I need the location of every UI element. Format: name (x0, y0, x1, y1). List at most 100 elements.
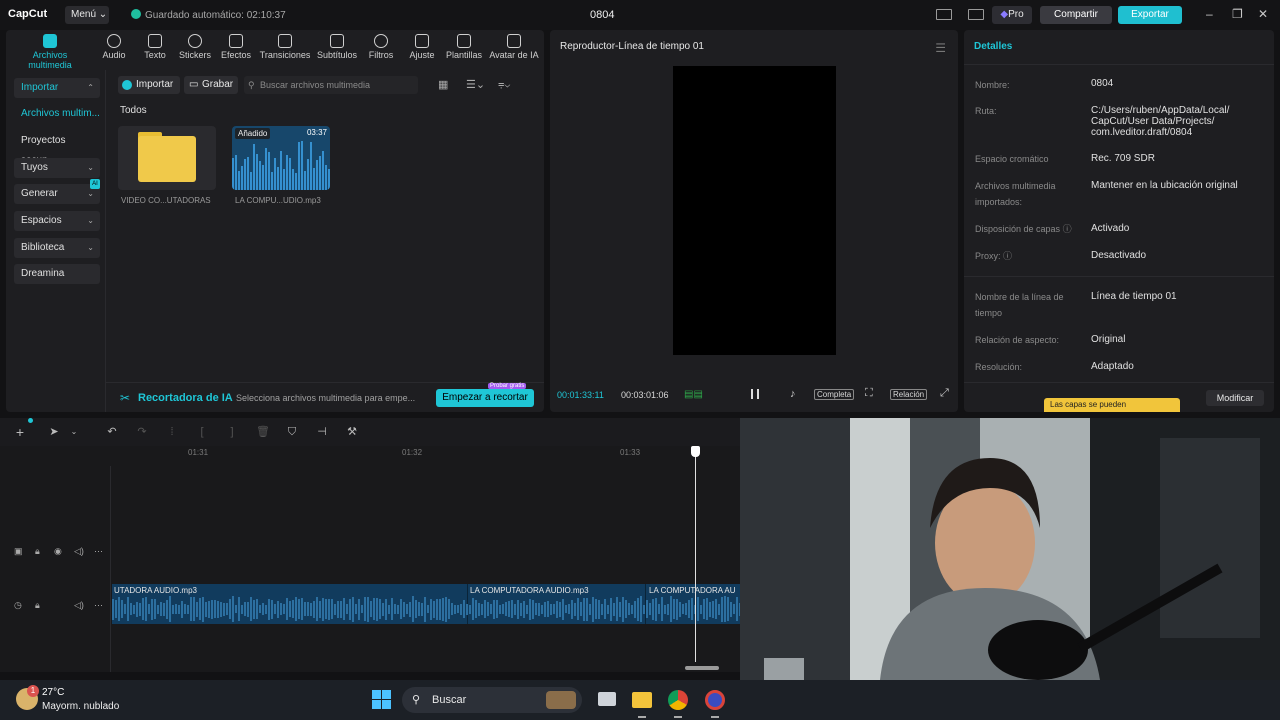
player-title: Reproductor-Línea de tiempo 01 (560, 41, 704, 52)
undo-icon[interactable]: ↶ (106, 426, 118, 438)
taskbar-search[interactable]: ⚲ Buscar (402, 687, 582, 713)
menu-button[interactable]: Menú ⌄ (65, 6, 109, 24)
nav-generate[interactable]: Generar ⌄ AI (14, 179, 100, 204)
app-icon[interactable] (705, 690, 725, 710)
tab-media[interactable]: Archivos multimedia (10, 34, 90, 70)
pro-button[interactable]: ◆Pro (992, 6, 1032, 24)
tab-text[interactable]: Texto (140, 34, 170, 60)
media-item-folder[interactable] (118, 126, 216, 190)
redo-icon[interactable]: ↷ (136, 426, 148, 438)
waveform-bar (271, 172, 273, 190)
magic-wand-icon[interactable]: ⚒ (346, 426, 358, 438)
menu-icon[interactable]: ☰ (935, 41, 946, 55)
waveform-bar (412, 596, 414, 622)
detail-value: C:/Users/ruben/AppData/Local/ CapCut/Use… (1091, 105, 1230, 138)
start-cutting-button[interactable]: Empezar a recortar (436, 389, 534, 407)
trim-left-icon[interactable]: [ (196, 426, 208, 438)
restore-icon[interactable]: ❐ (1232, 7, 1243, 21)
tab-subtitles[interactable]: Subtítulos (316, 34, 358, 60)
freeze-icon[interactable]: ⊣ (316, 426, 328, 438)
select-cursor-icon[interactable]: ➤ (48, 426, 60, 438)
delete-icon[interactable]: 🗑 (256, 426, 270, 438)
marker-icon[interactable]: ⛉ (286, 426, 298, 438)
chevron-down-icon: ⌄ (87, 163, 94, 172)
waveform-bar (280, 151, 282, 190)
weather-condition[interactable]: Mayorm. nublado (42, 701, 119, 712)
full-quality-label: Completa (817, 390, 852, 399)
waveform-bar (523, 600, 525, 618)
share-button[interactable]: Compartir (1040, 6, 1112, 24)
grid-view-icon[interactable]: ▦ (438, 78, 448, 91)
modify-button[interactable]: Modificar (1206, 390, 1264, 406)
playhead-handle[interactable] (691, 446, 700, 457)
shortcut-icon[interactable] (968, 9, 984, 20)
weather-temp[interactable]: 27°C (42, 687, 64, 698)
layout-icon[interactable] (936, 9, 952, 20)
waveform-bar (274, 604, 276, 614)
playhead[interactable] (691, 446, 700, 662)
nav-dreamina[interactable]: Dreamina (14, 264, 100, 284)
waveform-bar (130, 603, 132, 615)
waveform-bar (385, 598, 387, 620)
nav-spaces[interactable]: Espacios ⌄ (14, 211, 100, 231)
horizontal-scrollbar[interactable] (685, 666, 719, 670)
pause-icon[interactable] (751, 389, 759, 399)
waveform-bar (601, 603, 603, 615)
eye-icon[interactable]: ◉ (54, 546, 62, 557)
waveform-bar (373, 598, 375, 620)
export-button[interactable]: Exportar (1118, 6, 1182, 24)
waveform-bar (625, 600, 627, 618)
nav-secondary-projects[interactable]: Proyectos secun... (14, 131, 100, 166)
nav-yours[interactable]: Tuyos ⌄ (14, 158, 100, 178)
more-icon[interactable]: ⋯ (94, 600, 103, 611)
minimize-icon[interactable]: – (1206, 7, 1213, 21)
chevron-down-icon[interactable]: ⌄ (68, 426, 80, 438)
tab-audio[interactable]: Audio (98, 34, 130, 60)
lock-icon[interactable]: 🔒︎ (35, 600, 40, 611)
volume-icon[interactable]: ◁) (74, 546, 84, 557)
sort-icon[interactable]: ☰⌄ (466, 78, 485, 91)
search-input[interactable]: ⚲ Buscar archivos multimedia (244, 76, 418, 94)
tab-ai-avatar[interactable]: Avatar de IA (488, 34, 540, 60)
add-track-icon[interactable]: + (14, 425, 26, 439)
record-button[interactable]: ▭ Grabar (184, 76, 238, 94)
filter-icon[interactable]: ⩦⌄ (498, 78, 510, 91)
media-icon (43, 34, 57, 48)
total-time: 00:03:01:06 (621, 390, 669, 400)
tab-stickers[interactable]: Stickers (177, 34, 213, 60)
task-view-icon[interactable] (598, 692, 616, 706)
volume-icon[interactable]: ◁) (74, 600, 84, 611)
trim-right-icon[interactable]: ] (226, 426, 238, 438)
tab-templates[interactable]: Plantillas (444, 34, 484, 60)
tab-effects[interactable]: Efectos (219, 34, 253, 60)
running-indicator (638, 716, 646, 718)
lock-icon[interactable]: 🔒︎ (35, 546, 40, 557)
waveform-bar (127, 597, 129, 621)
fit-icon[interactable]: ⛶ (865, 387, 873, 400)
file-explorer-icon[interactable] (632, 692, 652, 708)
nav-import[interactable]: Importar ⌃ (14, 78, 100, 98)
close-icon[interactable]: ✕ (1258, 7, 1268, 21)
split-icon[interactable]: ⁞ (166, 426, 178, 438)
tiktok-icon[interactable]: ♪ (790, 388, 796, 400)
windows-start-icon[interactable] (372, 690, 392, 710)
left-nav: Importar ⌃ Archivos multim... Proyectos s… (6, 70, 106, 412)
fullscreen-icon[interactable]: ⤢ (940, 387, 949, 400)
tab-transitions[interactable]: Transiciones (259, 34, 311, 60)
waveform-bar (292, 169, 294, 190)
audio-clip[interactable]: UTADORA AUDIO.mp3 LA COMPUTADORA AUDIO.m… (112, 584, 740, 624)
tab-filters[interactable]: Filtros (366, 34, 396, 60)
timeline-ruler[interactable]: 01:31 01:32 01:33 (110, 446, 740, 462)
nav-media-files[interactable]: Archivos multim... (14, 104, 100, 124)
chrome-icon[interactable] (668, 690, 688, 710)
nav-library[interactable]: Biblioteca ⌄ (14, 238, 100, 258)
import-button[interactable]: Importar (118, 76, 180, 94)
tab-adjust[interactable]: Ajuste (406, 34, 438, 60)
preview-canvas[interactable] (673, 66, 836, 355)
waveform-bar (673, 599, 675, 619)
waveform-bar (604, 599, 606, 619)
full-quality-button[interactable]: Completa (814, 389, 855, 400)
more-icon[interactable]: ⋯ (94, 546, 103, 557)
aspect-ratio-button[interactable]: Relación (890, 389, 928, 400)
media-item-audio[interactable]: Añadido 03:37 (232, 126, 330, 190)
